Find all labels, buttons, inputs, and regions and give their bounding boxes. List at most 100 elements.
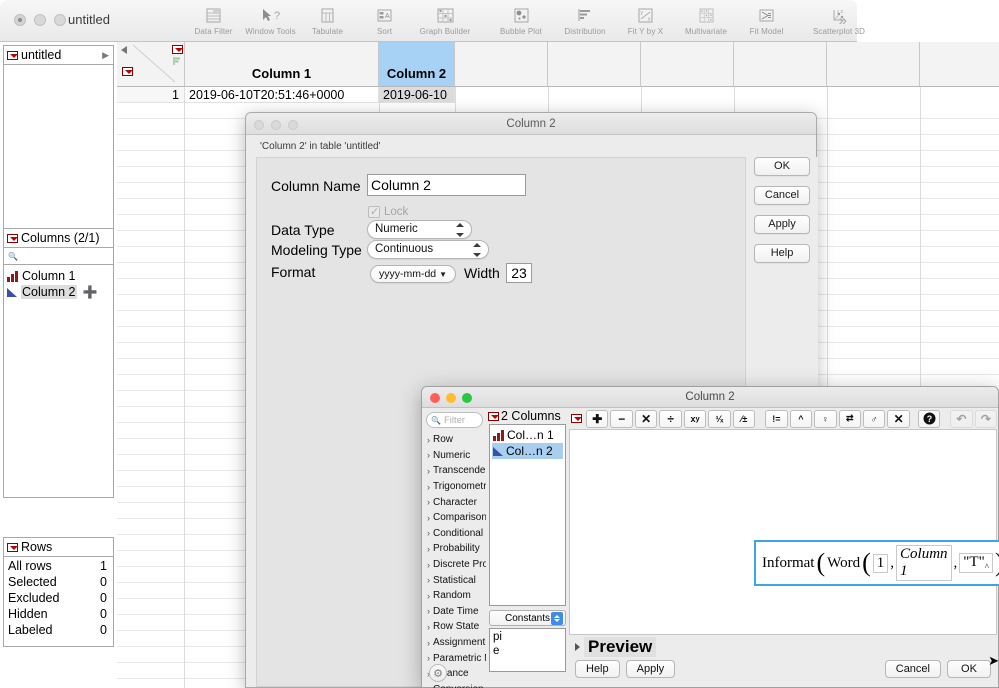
columns-search-field[interactable]: 🔍 bbox=[4, 248, 113, 265]
formula-columns-header[interactable]: 2 Columns bbox=[486, 408, 569, 424]
dialog-ok-button[interactable]: OK bbox=[754, 157, 810, 176]
lock-checkbox-row[interactable]: Lock bbox=[368, 206, 408, 218]
constant-item-pi[interactable]: pi bbox=[493, 630, 562, 644]
delete-icon[interactable]: ✕ bbox=[887, 410, 909, 428]
formula-filter-input[interactable]: 🔍 Filter bbox=[426, 412, 483, 428]
column-list-item-column-2[interactable]: Column 2 ➕ bbox=[7, 284, 111, 300]
dialog-minimize-button[interactable] bbox=[271, 120, 281, 130]
category-conversion[interactable]: ›Conversion bbox=[423, 682, 486, 688]
zoom-button[interactable] bbox=[54, 14, 66, 26]
help-icon[interactable]: ? bbox=[918, 410, 940, 428]
category-row[interactable]: ›Row bbox=[423, 432, 486, 448]
columns-panel-header[interactable]: Columns (2/1) bbox=[4, 229, 113, 248]
formula-ok-button[interactable]: OK bbox=[947, 660, 991, 678]
window-controls[interactable] bbox=[14, 14, 66, 26]
fe-minimize-button[interactable] bbox=[446, 393, 456, 403]
expr-function-name[interactable]: Informat bbox=[762, 555, 814, 572]
red-triangle-menu-icon[interactable] bbox=[7, 51, 18, 60]
formula-column-item-1[interactable]: Col…n 1 bbox=[492, 427, 563, 443]
toolbar-button-distribution[interactable]: Distribution bbox=[553, 2, 617, 36]
insert-above-icon[interactable]: ^ bbox=[790, 410, 812, 428]
category-character[interactable]: ›Character bbox=[423, 494, 486, 510]
grid-header-column-1[interactable]: Column 1 bbox=[185, 42, 379, 87]
red-triangle-menu-icon[interactable] bbox=[571, 414, 582, 423]
expr-arg-3[interactable]: "T"^ bbox=[959, 553, 993, 573]
toolbar-button-fit-y-by-x[interactable]: yx Fit Y by X bbox=[617, 2, 674, 36]
dialog-close-button[interactable] bbox=[254, 120, 264, 130]
table-panel-header[interactable]: untitled ▶ bbox=[4, 46, 113, 65]
redo-icon[interactable]: ↷ bbox=[975, 410, 997, 428]
toolbar-button-multivariate[interactable]: Multivariate bbox=[674, 2, 738, 36]
lock-checkbox[interactable] bbox=[368, 206, 380, 218]
reciprocal-icon[interactable]: ¹⁄ₓ bbox=[708, 410, 730, 428]
constants-list[interactable]: pi e bbox=[489, 628, 566, 672]
formula-columns-list[interactable]: Col…n 1 Col…n 2 bbox=[489, 424, 566, 606]
toolbar-button-bubble-plot[interactable]: Bubble Plot bbox=[489, 2, 553, 36]
toolbar-button-graph-builder[interactable]: Graph Builder bbox=[413, 2, 477, 36]
close-button[interactable] bbox=[14, 14, 26, 26]
formula-expression[interactable]: Informat ( Word ( 1 , Column 1 , "T"^ ) … bbox=[754, 540, 999, 586]
chevron-right-icon[interactable]: ▶ bbox=[102, 50, 109, 61]
constant-item-e[interactable]: e bbox=[493, 644, 562, 658]
expr-arg-1[interactable]: 1 bbox=[873, 554, 889, 573]
row-number[interactable]: 1 bbox=[117, 87, 185, 103]
formula-cancel-button[interactable]: Cancel bbox=[885, 660, 941, 678]
toolbar-button-sort[interactable]: A Sort bbox=[356, 2, 413, 36]
expr-arg-2[interactable]: Column 1 bbox=[896, 545, 952, 581]
fe-zoom-button[interactable] bbox=[462, 393, 472, 403]
data-type-select[interactable]: Numeric bbox=[367, 220, 472, 239]
category-trigonometric[interactable]: ›Trigonometric bbox=[423, 479, 486, 495]
grid-header-column-2[interactable]: Column 2 bbox=[379, 42, 455, 87]
grid-cell-r1c2[interactable]: 2019-06-10 bbox=[379, 87, 455, 103]
dialog-window-controls[interactable] bbox=[254, 120, 298, 130]
red-triangle-menu-icon[interactable] bbox=[488, 412, 499, 421]
dialog-help-button[interactable]: Help bbox=[754, 244, 810, 263]
preview-disclosure-row[interactable]: Preview bbox=[569, 635, 997, 657]
category-random[interactable]: ›Random bbox=[423, 588, 486, 604]
minimize-button[interactable] bbox=[34, 14, 46, 26]
category-discrete-probability[interactable]: ›Discrete Probability bbox=[423, 557, 486, 573]
toolbar-button-fit-model[interactable]: Fit Model bbox=[738, 2, 795, 36]
category-parametric-model[interactable]: ›Parametric Model bbox=[423, 650, 486, 666]
collapse-left-icon[interactable] bbox=[121, 46, 127, 54]
red-triangle-menu-icon[interactable] bbox=[172, 45, 183, 54]
formula-column-item-2[interactable]: Col…n 2 bbox=[492, 443, 563, 459]
exponent-icon[interactable]: xy bbox=[684, 410, 706, 428]
toolbar-button-tabulate[interactable]: Tabulate bbox=[299, 2, 356, 36]
subtract-icon[interactable]: − bbox=[610, 410, 632, 428]
divide-icon[interactable]: ÷ bbox=[659, 410, 681, 428]
grid-data-row-1[interactable]: 1 2019-06-10T20:51:46+0000 2019-06-10 bbox=[117, 87, 999, 103]
format-dropdown[interactable]: yyyy-mm-dd▼ bbox=[370, 265, 456, 283]
formula-canvas[interactable]: Informat ( Word ( 1 , Column 1 , "T"^ ) … bbox=[569, 429, 997, 635]
category-comparison[interactable]: ›Comparison bbox=[423, 510, 486, 526]
grid-cell-r1c1[interactable]: 2019-06-10T20:51:46+0000 bbox=[185, 87, 379, 103]
swap-icon[interactable]: ⇄ bbox=[839, 410, 861, 428]
category-statistical[interactable]: ›Statistical bbox=[423, 572, 486, 588]
category-row-state[interactable]: ›Row State bbox=[423, 619, 486, 635]
undo-icon[interactable]: ↶ bbox=[950, 410, 972, 428]
plus-minus-icon[interactable]: ⁄± bbox=[733, 410, 755, 428]
grid-corner-cell[interactable] bbox=[117, 42, 185, 87]
width-input[interactable] bbox=[506, 263, 532, 283]
formula-help-button[interactable]: Help bbox=[575, 660, 620, 678]
red-triangle-menu-icon[interactable] bbox=[122, 67, 133, 76]
disclosure-triangle-icon[interactable] bbox=[575, 643, 580, 651]
formula-editor-window-controls[interactable] bbox=[430, 393, 472, 403]
dialog-zoom-button[interactable] bbox=[288, 120, 298, 130]
column-name-input[interactable] bbox=[367, 174, 526, 196]
toolbar-button-window-tools[interactable]: ? Window Tools bbox=[242, 2, 299, 36]
formula-apply-button[interactable]: Apply bbox=[626, 660, 676, 678]
category-date-time[interactable]: ›Date Time bbox=[423, 604, 486, 620]
dialog-cancel-button[interactable]: Cancel bbox=[754, 186, 810, 205]
red-triangle-menu-icon[interactable] bbox=[7, 234, 18, 243]
column-list-item-column-1[interactable]: Column 1 bbox=[7, 268, 111, 284]
unpeel-icon[interactable]: ♂ bbox=[863, 410, 885, 428]
not-equal-icon[interactable]: != bbox=[765, 410, 787, 428]
formula-plus-icon[interactable]: ➕ bbox=[83, 285, 98, 299]
gear-icon[interactable]: ⚙ bbox=[429, 664, 447, 682]
dialog-apply-button[interactable]: Apply bbox=[754, 215, 810, 234]
toolbar-overflow-button[interactable]: » bbox=[839, 12, 847, 29]
modeling-type-select[interactable]: Continuous bbox=[367, 240, 489, 259]
category-assignment[interactable]: ›Assignment bbox=[423, 635, 486, 651]
category-probability[interactable]: ›Probability bbox=[423, 541, 486, 557]
